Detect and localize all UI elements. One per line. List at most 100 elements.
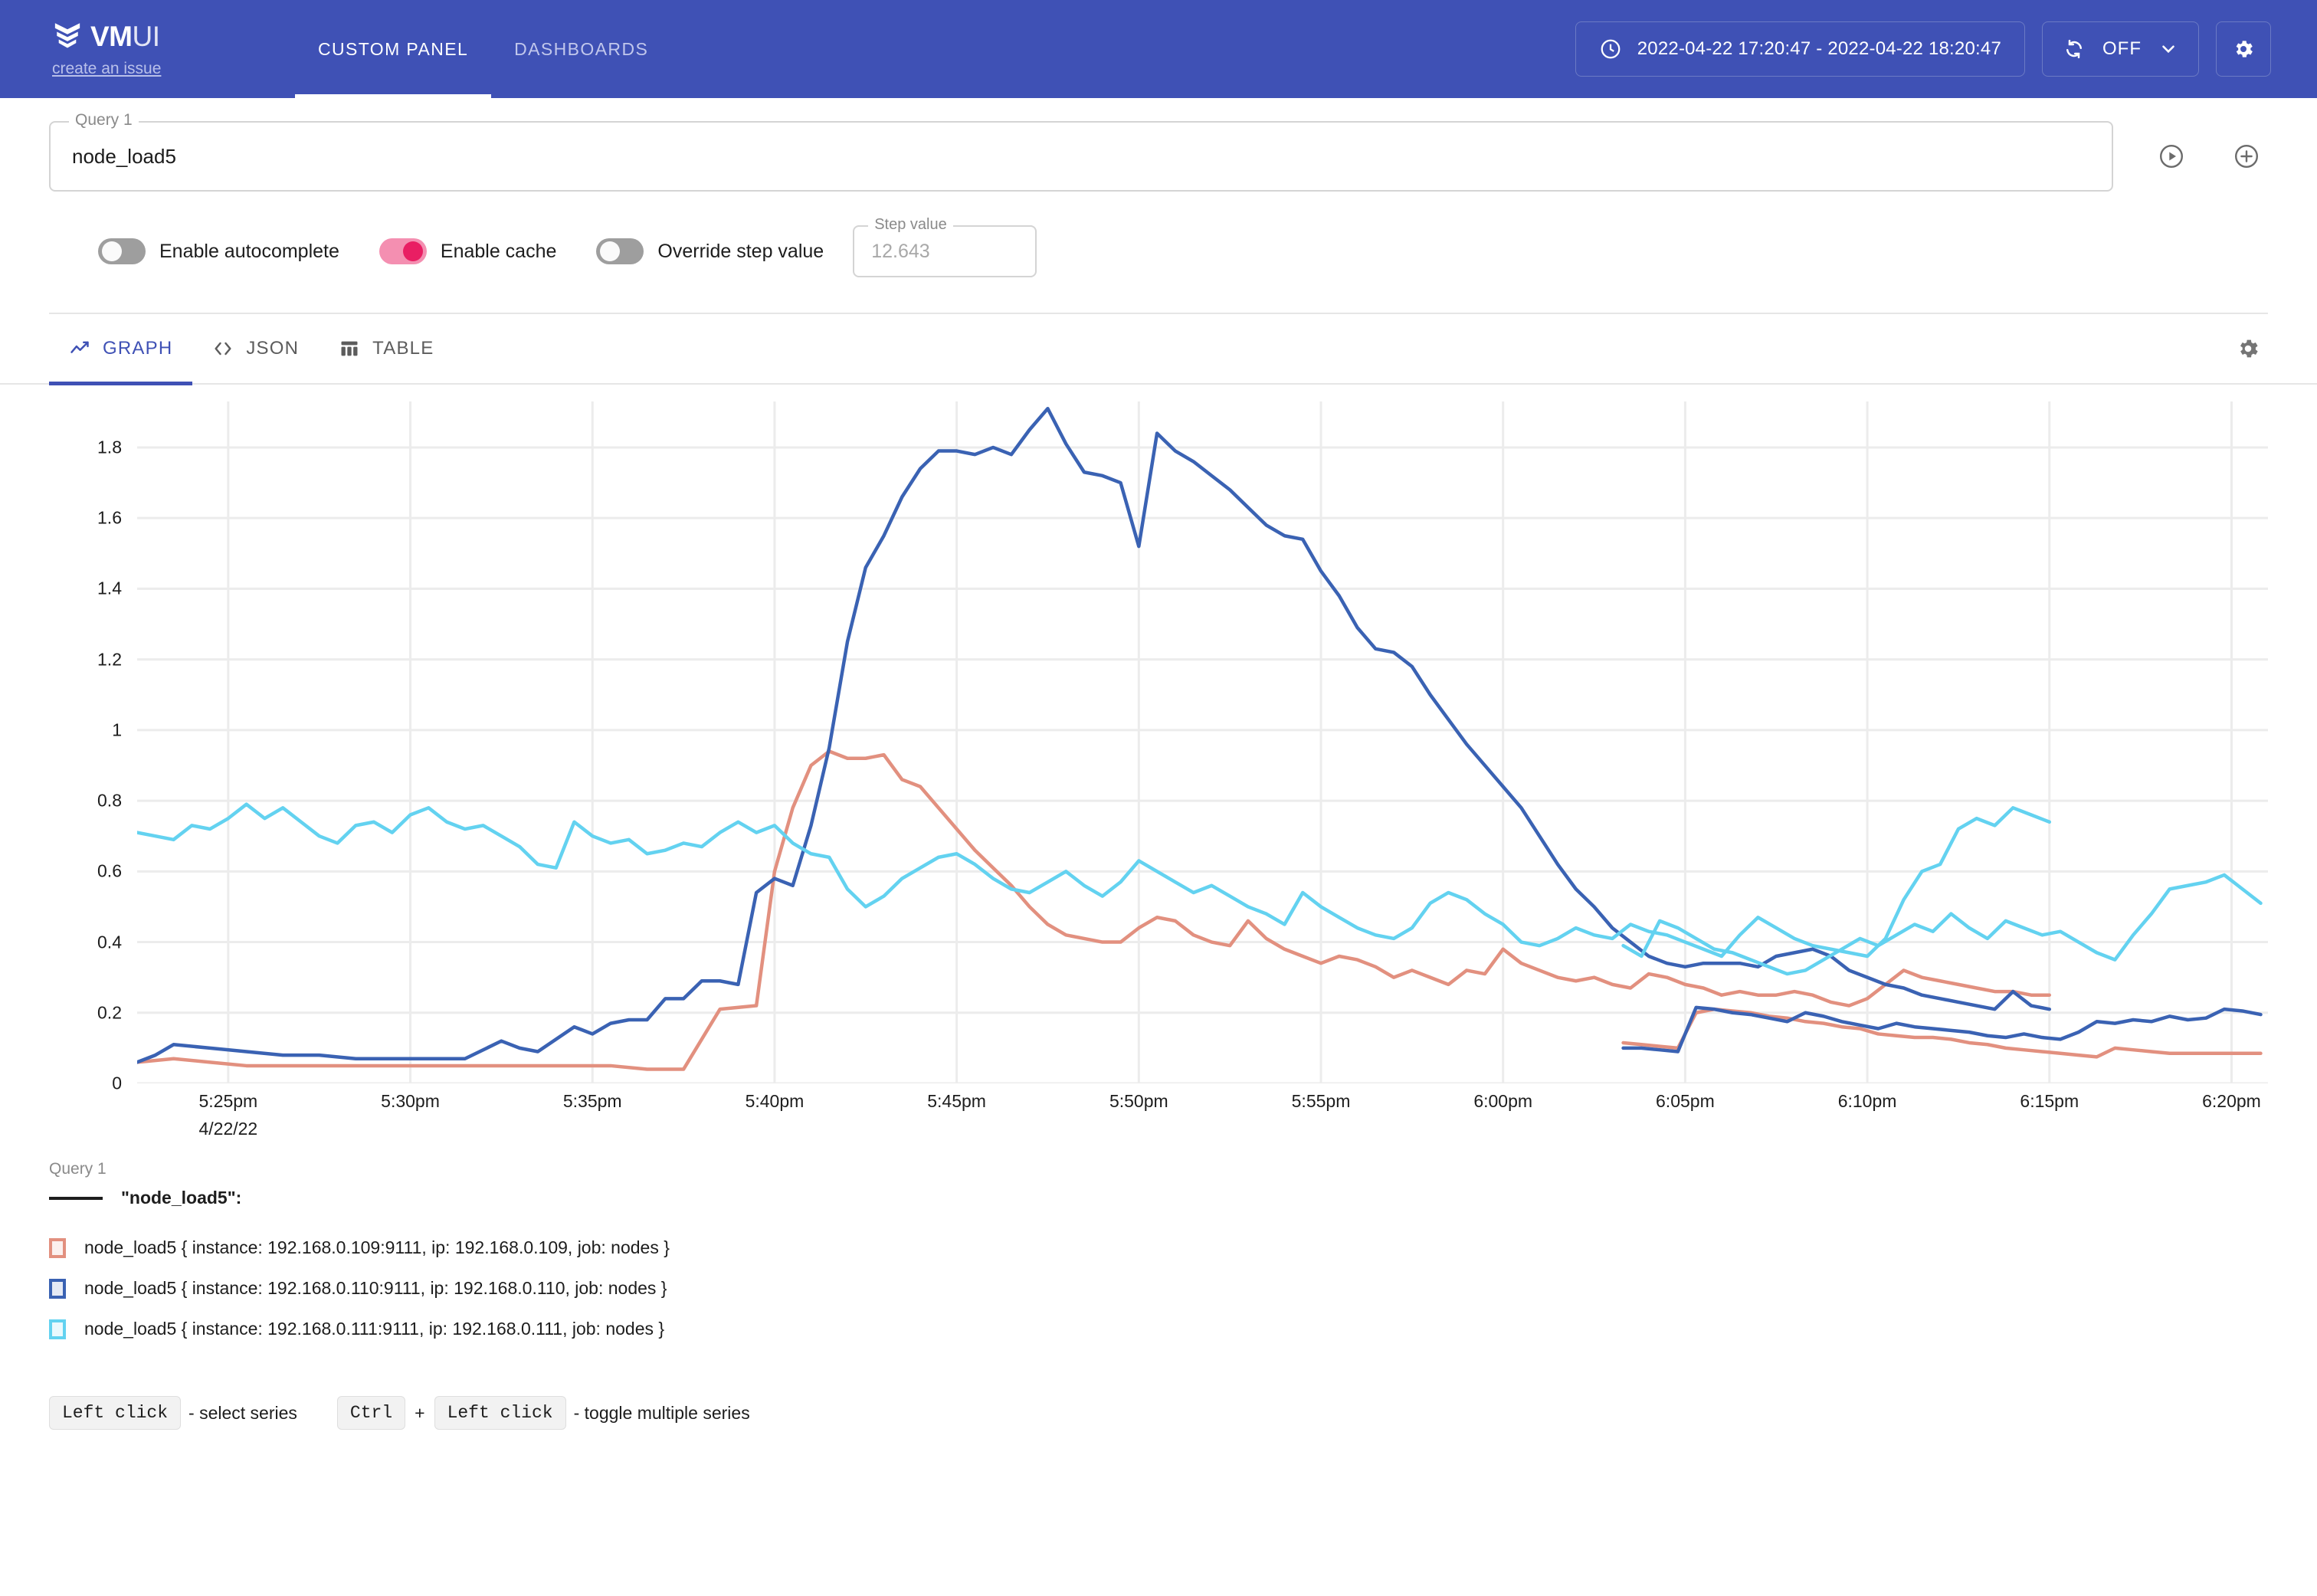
- y-axis-tick-label: 0.8: [97, 791, 122, 811]
- execute-query-button[interactable]: [2158, 143, 2185, 170]
- x-axis-tick-label: 6:20pm: [2202, 1091, 2261, 1112]
- enable-autocomplete-switch[interactable]: [98, 238, 146, 264]
- query-input-value: node_load5: [72, 145, 176, 169]
- auto-refresh-value: OFF: [2102, 38, 2142, 60]
- main-nav: CUSTOM PANEL DASHBOARDS: [295, 0, 671, 98]
- y-axis-tick-label: 0.6: [97, 861, 122, 882]
- time-range-picker[interactable]: 2022-04-22 17:20:47 - 2022-04-22 18:20:4…: [1575, 21, 2025, 77]
- y-axis-tick-label: 0.2: [97, 1002, 122, 1023]
- x-axis-tick-label: 5:40pm: [746, 1091, 805, 1112]
- y-axis-tick-label: 1.2: [97, 649, 122, 670]
- kbd-ctrl: Ctrl: [337, 1396, 405, 1430]
- query-options: Enable autocomplete Enable cache Overrid…: [49, 192, 2268, 277]
- chart-area: 00.20.40.60.811.21.41.61.8 5:25pm5:30pm5…: [49, 401, 2268, 1129]
- y-axis-tick-label: 1.6: [97, 508, 122, 529]
- step-value-input[interactable]: Step value 12.643: [853, 225, 1037, 277]
- hint-toggle-series: - toggle multiple series: [574, 1403, 750, 1424]
- nav-item-dashboards[interactable]: DASHBOARDS: [491, 0, 671, 98]
- legend-item[interactable]: node_load5 { instance: 192.168.0.110:911…: [49, 1278, 2268, 1299]
- hint-select-series: - select series: [188, 1403, 297, 1424]
- interaction-hints: Left click - select series Ctrl + Left c…: [0, 1396, 2317, 1430]
- tab-table[interactable]: TABLE: [319, 313, 454, 384]
- step-value-placeholder: 12.643: [871, 241, 929, 263]
- legend-item[interactable]: node_load5 { instance: 192.168.0.111:911…: [49, 1319, 2268, 1339]
- x-axis-tick-label: 5:50pm: [1109, 1091, 1168, 1112]
- legend-item-label: node_load5 { instance: 192.168.0.109:911…: [84, 1237, 670, 1258]
- x-axis-tick-label: 5:55pm: [1292, 1091, 1351, 1112]
- panel-settings-button[interactable]: [2236, 336, 2268, 361]
- brand-name-light: UI: [133, 21, 160, 52]
- tab-json-label: JSON: [246, 338, 299, 359]
- legend-query-label: Query 1: [49, 1160, 2268, 1178]
- y-axis-tick-label: 1.8: [97, 437, 122, 457]
- global-settings-button[interactable]: [2216, 21, 2271, 77]
- legend-group-line: [49, 1197, 103, 1200]
- x-axis-tick-label: 6:00pm: [1473, 1091, 1532, 1112]
- refresh-icon: [2063, 38, 2086, 61]
- nav-item-custom-panel[interactable]: CUSTOM PANEL: [295, 0, 491, 98]
- brand-title: VMUI: [90, 22, 160, 51]
- legend-color-swatch: [49, 1279, 66, 1299]
- x-axis-tick-label: 6:05pm: [1656, 1091, 1715, 1112]
- legend-item-list: node_load5 { instance: 192.168.0.109:911…: [49, 1237, 2268, 1339]
- time-range-value: 2022-04-22 17:20:47 - 2022-04-22 18:20:4…: [1637, 38, 2001, 60]
- y-axis-tick-label: 1.4: [97, 578, 122, 599]
- enable-autocomplete-label: Enable autocomplete: [159, 241, 339, 263]
- legend-item[interactable]: node_load5 { instance: 192.168.0.109:911…: [49, 1237, 2268, 1258]
- legend-color-swatch: [49, 1238, 66, 1258]
- gear-icon: [2232, 38, 2255, 61]
- header-actions: 2022-04-22 17:20:47 - 2022-04-22 18:20:4…: [1575, 21, 2286, 77]
- chevron-down-icon: [2158, 39, 2178, 59]
- cache-toggle-group: Enable cache: [379, 238, 557, 264]
- step-value-label: Step value: [868, 216, 953, 234]
- legend-item-label: node_load5 { instance: 192.168.0.110:911…: [84, 1278, 667, 1299]
- brand-name-bold: VM: [90, 21, 133, 52]
- chart-plot[interactable]: [137, 401, 2268, 1083]
- enable-cache-label: Enable cache: [441, 241, 557, 263]
- auto-refresh-control[interactable]: OFF: [2042, 21, 2199, 77]
- y-axis-tick-label: 0: [112, 1073, 122, 1094]
- query-input-label: Query 1: [69, 111, 139, 129]
- override-step-label: Override step value: [657, 241, 824, 263]
- x-axis-tick-label: 5:25pm: [198, 1091, 257, 1112]
- line-chart-icon: [69, 338, 90, 359]
- override-step-switch[interactable]: [596, 238, 644, 264]
- legend-item-label: node_load5 { instance: 192.168.0.111:911…: [84, 1319, 664, 1339]
- query-section: Query 1 node_load5 Enable autocomplete E…: [0, 98, 2317, 314]
- view-tabs-bar: GRAPH JSON TABLE: [0, 314, 2317, 385]
- view-tabs: GRAPH JSON TABLE: [49, 313, 454, 384]
- x-axis-labels: 5:25pm5:30pm5:35pm5:40pm5:45pm5:50pm5:55…: [137, 1091, 2268, 1160]
- enable-cache-switch[interactable]: [379, 238, 427, 264]
- kbd-left-click-2: Left click: [434, 1396, 566, 1430]
- tab-table-label: TABLE: [372, 338, 434, 359]
- y-axis-labels: 00.20.40.60.811.21.41.61.8: [49, 401, 122, 1083]
- add-query-button[interactable]: [2233, 143, 2260, 170]
- gear-icon: [2236, 336, 2260, 361]
- clock-icon: [1599, 38, 1622, 61]
- query-row: Query 1 node_load5: [49, 121, 2268, 192]
- tab-json[interactable]: JSON: [192, 313, 319, 384]
- create-issue-link[interactable]: create an issue: [52, 60, 261, 78]
- query-input[interactable]: Query 1 node_load5: [49, 121, 2113, 192]
- code-brackets-icon: [212, 338, 234, 359]
- legend-group-header: "node_load5":: [49, 1188, 2268, 1208]
- override-step-toggle-group: Override step value: [596, 238, 824, 264]
- legend-group-title: "node_load5":: [121, 1188, 241, 1208]
- app-header: VMUI create an issue CUSTOM PANEL DASHBO…: [0, 0, 2317, 98]
- hint-plus-sign: +: [415, 1403, 424, 1424]
- chart-legend: Query 1 "node_load5": node_load5 { insta…: [0, 1160, 2317, 1339]
- chart-panel: 00.20.40.60.811.21.41.61.8 5:25pm5:30pm5…: [0, 401, 2317, 1129]
- y-axis-tick-label: 1: [112, 719, 122, 740]
- x-axis-tick-label: 6:10pm: [1838, 1091, 1897, 1112]
- legend-color-swatch: [49, 1319, 66, 1339]
- query-actions: [2113, 143, 2268, 170]
- x-axis-tick-label: 5:45pm: [927, 1091, 986, 1112]
- kbd-left-click: Left click: [49, 1396, 181, 1430]
- tab-graph-label: GRAPH: [103, 338, 172, 359]
- x-axis-tick-label: 6:15pm: [2020, 1091, 2079, 1112]
- x-axis-tick-label: 5:30pm: [381, 1091, 440, 1112]
- tab-graph[interactable]: GRAPH: [49, 313, 192, 384]
- autocomplete-toggle-group: Enable autocomplete: [98, 238, 339, 264]
- brand-block: VMUI create an issue: [31, 21, 261, 78]
- x-axis-date-label: 4/22/22: [198, 1119, 257, 1139]
